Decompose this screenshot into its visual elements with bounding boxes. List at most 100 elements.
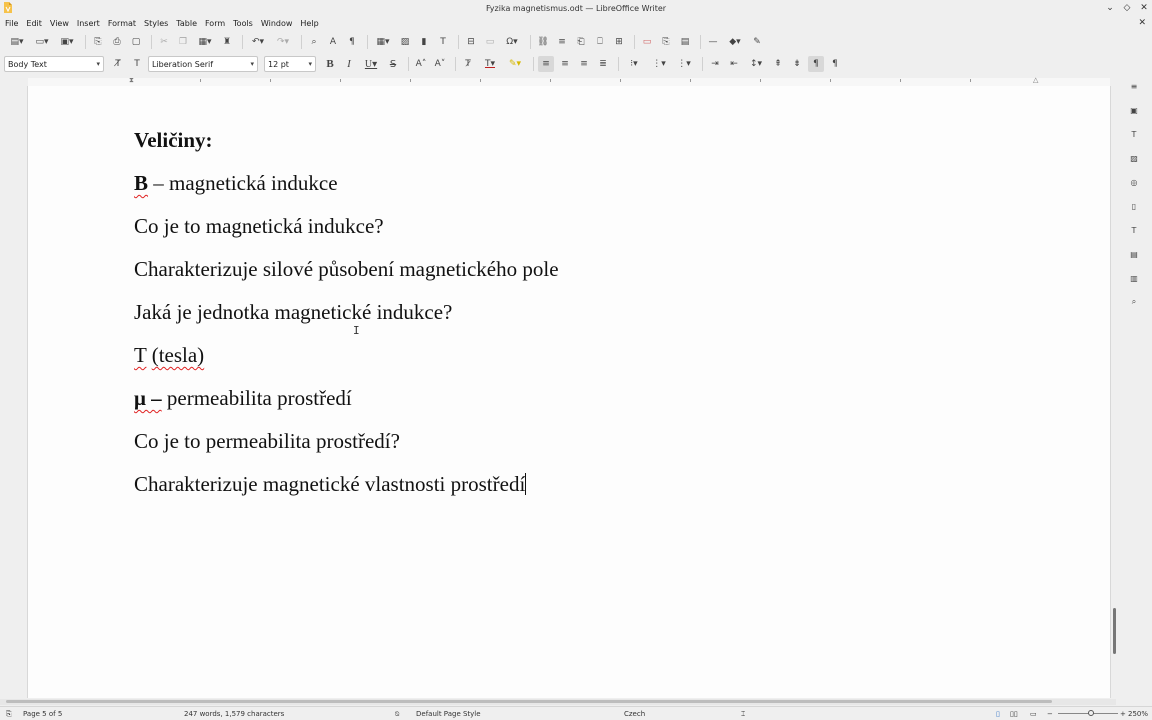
- paragraph[interactable]: Co je to permeabilita prostředí?: [134, 427, 559, 470]
- close-document-icon[interactable]: ✕: [1138, 18, 1146, 28]
- text-language[interactable]: Czech: [624, 710, 645, 718]
- find-icon[interactable]: ⌕: [1128, 296, 1140, 308]
- document-area[interactable]: Veličiny: B – magnetická indukce Co je t…: [0, 86, 1116, 698]
- insert-cross-reference-icon[interactable]: ⊞: [611, 34, 627, 50]
- page-style[interactable]: Default Page Style: [416, 710, 481, 718]
- menu-form[interactable]: Form: [205, 19, 225, 28]
- menu-edit[interactable]: Edit: [26, 19, 42, 28]
- insert-mode-icon[interactable]: ⍉: [395, 710, 399, 719]
- minimize-icon[interactable]: ⌄: [1106, 3, 1114, 12]
- paragraph[interactable]: B – magnetická indukce: [134, 169, 559, 212]
- subscript-icon[interactable]: A˅: [432, 56, 448, 72]
- increase-indent-icon[interactable]: ⇥: [707, 56, 723, 72]
- right-to-left-icon[interactable]: ¶: [827, 56, 843, 72]
- menu-styles[interactable]: Styles: [144, 19, 168, 28]
- navigator-icon[interactable]: ◎: [1128, 176, 1140, 188]
- spelling-icon[interactable]: A: [325, 34, 341, 50]
- formatting-marks-icon[interactable]: ¶: [344, 34, 360, 50]
- page-navigate-icon[interactable]: ⎘: [6, 710, 12, 719]
- font-size-combo[interactable]: 12 pt ▾: [264, 56, 316, 72]
- open-icon[interactable]: ▭▾: [31, 34, 53, 50]
- insert-footnote-icon[interactable]: ≡: [554, 34, 570, 50]
- ordered-list-icon[interactable]: ⋮▾: [648, 56, 670, 72]
- track-changes-icon[interactable]: ⎘: [658, 34, 674, 50]
- redo-icon[interactable]: ↷▾: [272, 34, 294, 50]
- align-center-icon[interactable]: ≡: [557, 56, 573, 72]
- menu-window[interactable]: Window: [261, 19, 293, 28]
- highlight-color-icon[interactable]: ✎▾: [504, 56, 526, 72]
- word-count[interactable]: 247 words, 1,579 characters: [184, 710, 284, 718]
- new-style-icon[interactable]: T: [129, 56, 145, 72]
- gallery-icon[interactable]: ▨: [1128, 152, 1140, 164]
- update-style-icon[interactable]: T̸: [110, 56, 126, 72]
- right-indent-marker-icon[interactable]: △: [1033, 76, 1038, 84]
- zoom-out-icon[interactable]: −: [1047, 710, 1053, 718]
- paragraph[interactable]: Co je to magnetická indukce?: [134, 212, 559, 255]
- multi-page-view-icon[interactable]: ▯▯: [1010, 710, 1018, 718]
- zoom-in-icon[interactable]: +: [1120, 710, 1126, 718]
- basic-shapes-icon[interactable]: ◆▾: [724, 34, 746, 50]
- clone-formatting-icon[interactable]: ♜: [219, 34, 235, 50]
- zoom-slider-knob[interactable]: [1088, 710, 1094, 716]
- find-replace-icon[interactable]: ⌕: [306, 34, 322, 50]
- align-right-icon[interactable]: ≡: [576, 56, 592, 72]
- paragraph[interactable]: Charakterizuje magnetické vlastnosti pro…: [134, 470, 559, 513]
- heading-paragraph[interactable]: Veličiny:: [134, 126, 559, 169]
- align-left-icon[interactable]: ≡: [538, 56, 554, 72]
- single-page-view-icon[interactable]: ▯: [996, 710, 1000, 718]
- increase-paragraph-spacing-icon[interactable]: ⇞: [770, 56, 786, 72]
- insert-image-icon[interactable]: ▨: [397, 34, 413, 50]
- print-preview-icon[interactable]: ▢: [128, 34, 144, 50]
- selection-mode-icon[interactable]: ⌶: [741, 710, 745, 719]
- justify-icon[interactable]: ≣: [595, 56, 611, 72]
- horizontal-ruler[interactable]: ⧗ △: [0, 76, 1116, 86]
- indent-marker-icon[interactable]: ⧗: [129, 76, 134, 85]
- unordered-list-icon[interactable]: ⁝▾: [623, 56, 645, 72]
- menu-view[interactable]: View: [50, 19, 69, 28]
- zoom-level[interactable]: 250%: [1128, 710, 1148, 718]
- menu-file[interactable]: File: [5, 19, 18, 28]
- bold-icon[interactable]: B: [322, 56, 338, 72]
- outline-list-icon[interactable]: ⋮▾: [673, 56, 695, 72]
- document-compare-icon[interactable]: ▤: [677, 34, 693, 50]
- menu-help[interactable]: Help: [300, 19, 318, 28]
- styles-icon[interactable]: T: [1128, 128, 1140, 140]
- insert-line-icon[interactable]: —: [705, 34, 721, 50]
- insert-table-icon[interactable]: ▦▾: [372, 34, 394, 50]
- copy-icon[interactable]: ❐: [175, 34, 191, 50]
- insert-special-character-icon[interactable]: Ω▾: [501, 34, 523, 50]
- decrease-paragraph-spacing-icon[interactable]: ⇟: [789, 56, 805, 72]
- export-pdf-icon[interactable]: ⎘: [90, 34, 106, 50]
- page-icon[interactable]: ▯: [1128, 200, 1140, 212]
- paragraph[interactable]: Charakterizuje silové působení magnetick…: [134, 255, 559, 298]
- menu-table[interactable]: Table: [176, 19, 197, 28]
- paragraph[interactable]: μ – permeabilita prostředí: [134, 384, 559, 427]
- page-content[interactable]: Veličiny: B – magnetická indukce Co je t…: [134, 126, 559, 513]
- clear-formatting-icon[interactable]: T̷: [460, 56, 476, 72]
- insert-comment-icon[interactable]: ▭: [639, 34, 655, 50]
- cut-icon[interactable]: ✂: [156, 34, 172, 50]
- paragraph[interactable]: Jaká je jednotka magnetické indukce?: [134, 298, 559, 341]
- insert-field-icon[interactable]: ▭: [482, 34, 498, 50]
- new-document-icon[interactable]: ▤▾: [6, 34, 28, 50]
- left-to-right-icon[interactable]: ¶: [808, 56, 824, 72]
- page-count[interactable]: Page 5 of 5: [23, 710, 62, 718]
- horizontal-scrollbar[interactable]: [0, 699, 1116, 705]
- book-view-icon[interactable]: ▭: [1030, 710, 1037, 718]
- insert-page-break-icon[interactable]: ⊟: [463, 34, 479, 50]
- print-icon[interactable]: ⎙: [109, 34, 125, 50]
- italic-icon[interactable]: I: [341, 56, 357, 72]
- insert-endnote-icon[interactable]: ⎗: [573, 34, 589, 50]
- strikethrough-icon[interactable]: S: [385, 56, 401, 72]
- insert-bookmark-icon[interactable]: ⎕: [592, 34, 608, 50]
- horizontal-scroll-thumb[interactable]: [6, 700, 1052, 703]
- undo-icon[interactable]: ↶▾: [247, 34, 269, 50]
- insert-chart-icon[interactable]: ▮: [416, 34, 432, 50]
- menu-tools[interactable]: Tools: [233, 19, 253, 28]
- draw-functions-icon[interactable]: ✎: [749, 34, 765, 50]
- line-spacing-icon[interactable]: ↕▾: [745, 56, 767, 72]
- paragraph-style-combo[interactable]: Body Text ▾: [4, 56, 104, 72]
- properties-icon[interactable]: ▣: [1128, 104, 1140, 116]
- font-name-combo[interactable]: Liberation Serif ▾: [148, 56, 258, 72]
- superscript-icon[interactable]: A˄: [413, 56, 429, 72]
